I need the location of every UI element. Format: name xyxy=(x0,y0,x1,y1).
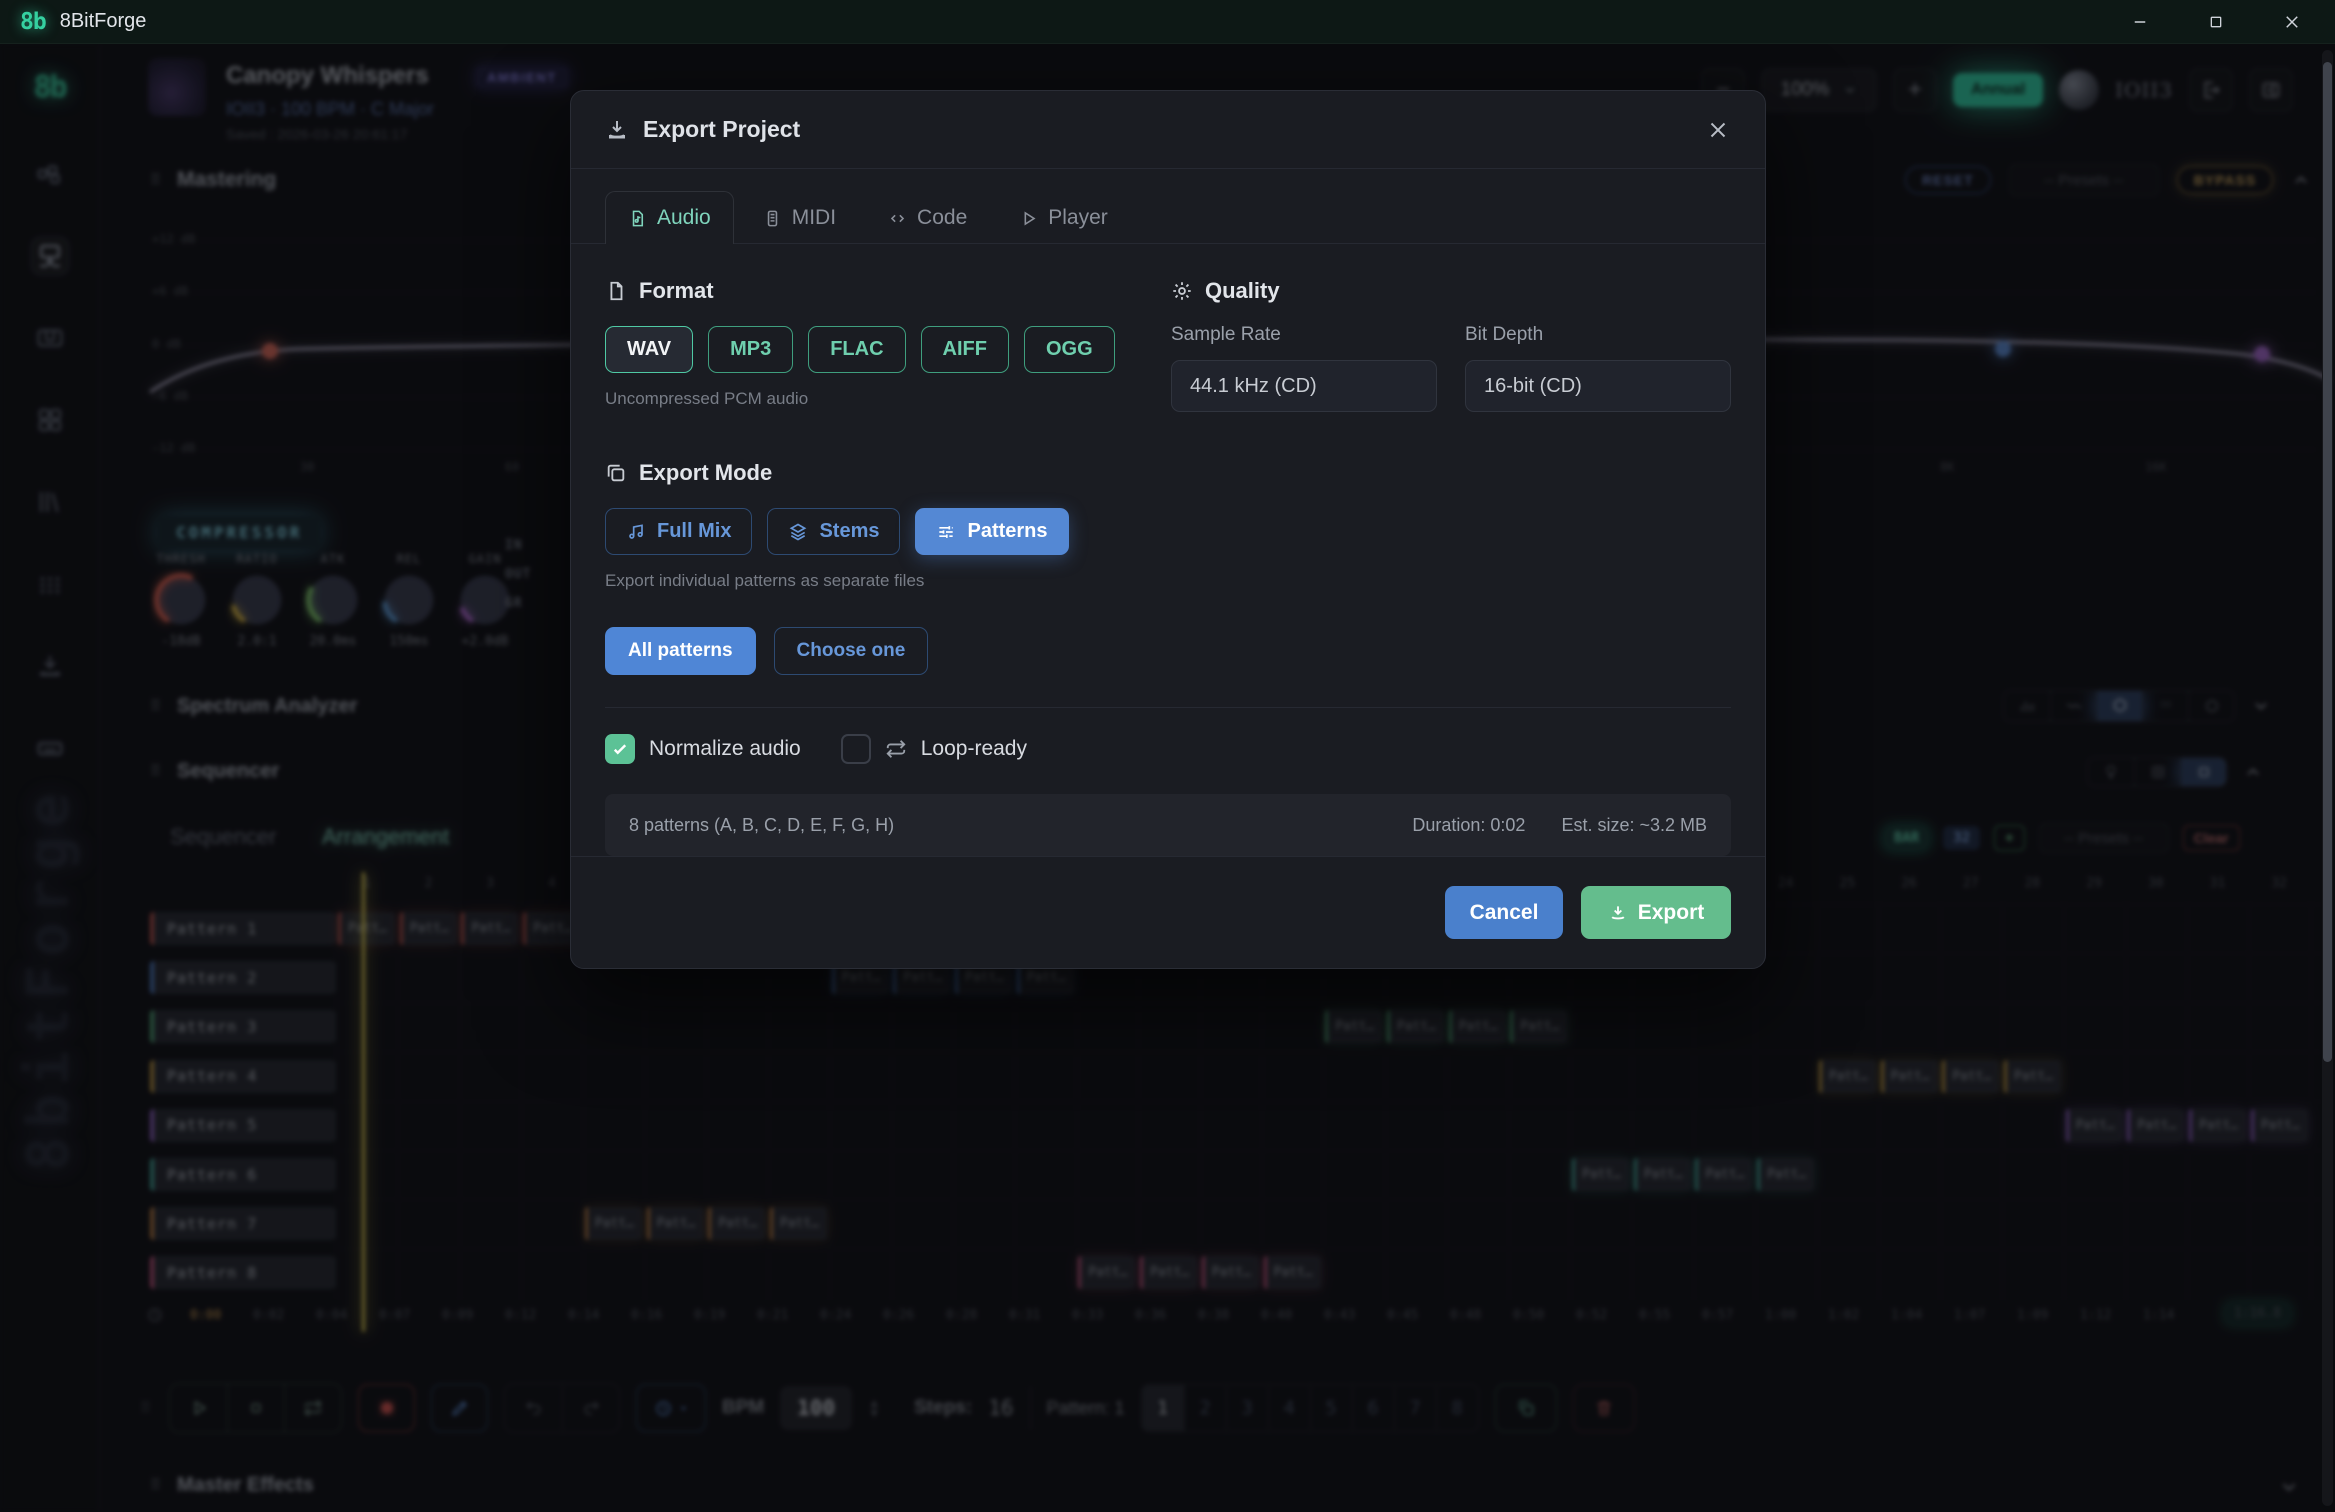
normalize-checkbox[interactable] xyxy=(605,734,635,764)
maximize-button[interactable] xyxy=(2193,6,2239,38)
minimize-icon xyxy=(2131,13,2149,31)
app-title: 8BitForge xyxy=(60,10,147,33)
options-row: Normalize audio Loop-ready xyxy=(605,734,1731,764)
dialog-title: Export Project xyxy=(643,116,800,143)
export-button[interactable]: Export xyxy=(1581,886,1731,939)
file-icon xyxy=(605,280,627,302)
bit-depth-label: Bit Depth xyxy=(1465,324,1731,346)
mode-option-stems[interactable]: Stems xyxy=(767,508,900,555)
format-heading: Format xyxy=(639,278,714,304)
quality-heading: Quality xyxy=(1205,278,1280,304)
export-mode-options: Full Mix Stems Patterns xyxy=(605,508,1731,555)
normalize-audio-option[interactable]: Normalize audio xyxy=(605,734,801,764)
check-icon xyxy=(611,740,629,758)
close-icon xyxy=(1705,117,1731,143)
divider xyxy=(605,707,1731,708)
app-window: 8bitForge 8b xyxy=(0,0,2335,1512)
bit-depth-field: Bit Depth 16-bit (CD) xyxy=(1465,324,1731,412)
export-mode-heading: Export Mode xyxy=(639,460,772,486)
export-button-label: Export xyxy=(1638,901,1705,925)
dialog-footer: Cancel Export xyxy=(571,856,1765,968)
mode-option-full-mix[interactable]: Full Mix xyxy=(605,508,752,555)
copy-icon xyxy=(605,462,627,484)
tab-midi[interactable]: MIDI xyxy=(740,191,859,244)
dialog-header: Export Project xyxy=(571,91,1765,169)
titlebar: 8b 8BitForge xyxy=(0,0,2335,44)
format-option-ogg[interactable]: OGG xyxy=(1024,326,1115,373)
tab-audio[interactable]: Audio xyxy=(605,191,734,244)
format-option-wav[interactable]: WAV xyxy=(605,326,693,373)
loop-icon xyxy=(885,738,907,760)
loop-ready-label: Loop-ready xyxy=(921,737,1027,761)
sample-rate-select[interactable]: 44.1 kHz (CD) xyxy=(1171,360,1437,412)
summary-patterns: 8 patterns (A, B, C, D, E, F, G, H) xyxy=(629,815,894,836)
bit-depth-select[interactable]: 16-bit (CD) xyxy=(1465,360,1731,412)
format-options: WAV MP3 FLAC AIFF OGG xyxy=(605,326,1115,373)
sample-rate-label: Sample Rate xyxy=(1171,324,1437,346)
scrollbar[interactable] xyxy=(2322,50,2333,1506)
export-project-dialog: Export Project AudioMIDICodePlayer Forma… xyxy=(570,90,1766,969)
download-icon xyxy=(605,118,629,142)
format-caption: Uncompressed PCM audio xyxy=(605,389,1115,409)
app-logo-icon: 8b xyxy=(20,9,46,35)
loop-ready-option[interactable]: Loop-ready xyxy=(841,734,1027,764)
gear-icon xyxy=(1171,280,1193,302)
format-section: Format WAV MP3 FLAC AIFF OGG Uncompressed PC… xyxy=(605,278,1115,412)
cancel-button[interactable]: Cancel xyxy=(1445,886,1563,939)
scope-option-all-patterns[interactable]: All patterns xyxy=(605,627,756,675)
loop-ready-checkbox[interactable] xyxy=(841,734,871,764)
tab-code[interactable]: Code xyxy=(865,191,990,244)
export-summary-bar: 8 patterns (A, B, C, D, E, F, G, H) Dura… xyxy=(605,794,1731,856)
normalize-label: Normalize audio xyxy=(649,737,801,761)
sample-rate-field: Sample Rate 44.1 kHz (CD) xyxy=(1171,324,1437,412)
summary-size: Est. size: ~3.2 MB xyxy=(1561,815,1707,836)
scrollbar-thumb[interactable] xyxy=(2323,62,2332,1062)
maximize-icon xyxy=(2208,14,2224,30)
format-option-mp3[interactable]: MP3 xyxy=(708,326,793,373)
close-icon xyxy=(2283,13,2301,31)
close-window-button[interactable] xyxy=(2269,6,2315,38)
close-dialog-button[interactable] xyxy=(1705,117,1731,143)
summary-duration: Duration: 0:02 xyxy=(1412,815,1525,836)
minimize-button[interactable] xyxy=(2117,6,2163,38)
dialog-tabs: AudioMIDICodePlayer xyxy=(571,169,1765,244)
mode-option-patterns[interactable]: Patterns xyxy=(915,508,1068,555)
format-option-flac[interactable]: FLAC xyxy=(808,326,905,373)
pattern-scope-options: All patterns Choose one xyxy=(605,627,1731,675)
download-icon xyxy=(1608,903,1628,923)
export-mode-section: Export Mode Full Mix Stems Patterns Export… xyxy=(605,460,1731,591)
scope-option-choose-one[interactable]: Choose one xyxy=(774,627,929,675)
quality-section: Quality Sample Rate 44.1 kHz (CD) Bit De… xyxy=(1171,278,1731,412)
format-option-aiff[interactable]: AIFF xyxy=(921,326,1009,373)
dialog-body: Format WAV MP3 FLAC AIFF OGG Uncompressed PC… xyxy=(571,244,1765,856)
tab-player[interactable]: Player xyxy=(996,191,1131,244)
export-mode-caption: Export individual patterns as separate f… xyxy=(605,571,1731,591)
